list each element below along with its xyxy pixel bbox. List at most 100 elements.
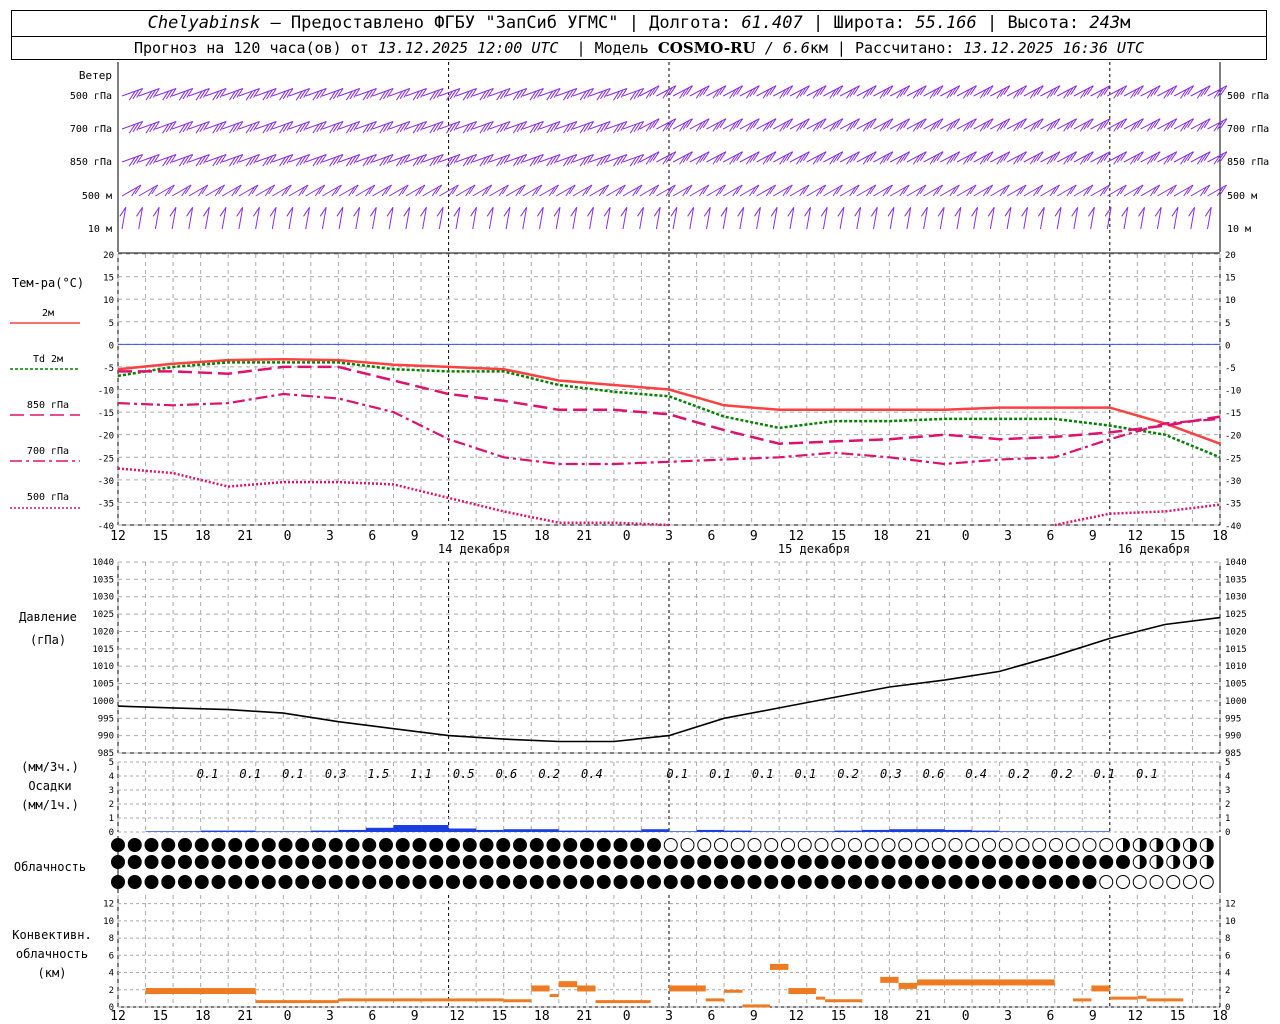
temperature-panel: 20 20 15 15 10 10 5 5 0 0 -5 -5 -10 -10 -15 -15 -20 -20 -2…	[10, 251, 1241, 532]
precip-bar	[779, 831, 807, 832]
press-ytick: 1040	[92, 558, 114, 568]
cloud-cover-icon	[1082, 855, 1097, 869]
conv-ytick: 4	[109, 969, 114, 979]
time-tick-label-bottom: 6	[368, 1009, 376, 1024]
wind-barb	[656, 184, 676, 197]
cloud-cover-icon	[395, 875, 410, 889]
cloud-cover-icon	[831, 875, 846, 889]
cloud-circle	[446, 838, 460, 852]
cloud-circle	[563, 875, 578, 889]
time-tick-label-bottom: 0	[623, 1009, 631, 1024]
wind-barb	[388, 184, 409, 197]
precip-bar	[613, 830, 642, 832]
cloud-cover-icon	[747, 875, 762, 889]
wind-barb	[238, 184, 259, 197]
cloud-circle	[529, 855, 544, 869]
cloud-cover-icon	[295, 855, 310, 869]
cloud-circle	[630, 855, 645, 869]
cloud-circle	[580, 838, 594, 852]
cloud-cover-icon	[496, 855, 511, 869]
time-tick-label-bottom: 18	[195, 1009, 211, 1024]
cloud-circle	[1065, 838, 1080, 852]
cloud-cover-icon	[982, 875, 996, 889]
precip-total-3h: 0.1	[1093, 767, 1115, 781]
cloud-cover-icon	[831, 855, 846, 869]
conv-bar	[916, 979, 1055, 986]
cloud-cover-icon	[429, 875, 444, 889]
conv-bar	[724, 989, 743, 993]
precip-bar	[972, 830, 1000, 832]
precip-total-3h: 0.2	[837, 767, 859, 781]
time-tick-label: 15	[153, 529, 169, 544]
cloud-cover-icon	[596, 855, 611, 869]
legend-label-500: 500 гПа	[27, 492, 69, 503]
wind-barb	[873, 184, 893, 197]
precip-total-3h: 0.4	[965, 767, 987, 781]
cloud-circle	[513, 855, 527, 869]
precip-ytick: 3	[109, 786, 114, 796]
cloud-circle	[680, 838, 695, 852]
precip-bar	[145, 831, 174, 832]
cloud-cover-icon	[898, 838, 913, 852]
cloud-circle	[1149, 875, 1164, 889]
cloud-half	[1173, 838, 1180, 852]
cloud-cover-icon	[781, 855, 795, 869]
cloud-circle	[479, 875, 494, 889]
conv-ytick-right: 8	[1225, 934, 1230, 944]
precip-ytick: 4	[109, 772, 114, 782]
precip-total-3h: 0.1	[795, 767, 817, 781]
time-tick-label: 18	[534, 529, 550, 544]
conv-bar	[577, 985, 596, 992]
cloud-circle	[211, 838, 226, 852]
cloud-half	[1156, 838, 1163, 852]
cloud-cover-icon	[1116, 838, 1130, 852]
precip-bar	[393, 825, 422, 832]
cloud-circle	[127, 855, 142, 869]
cloud-cover-icon	[462, 875, 477, 889]
cloud-circle	[965, 875, 980, 889]
time-tick-label-bottom: 3	[665, 1009, 673, 1024]
cloud-half	[1156, 855, 1163, 869]
cloud-cover-icon	[630, 855, 645, 869]
conv-bar	[669, 985, 706, 992]
wind-barb	[338, 184, 359, 197]
cloud-cover-icon	[546, 855, 561, 869]
precip-total-3h: 0.6	[496, 767, 518, 781]
cloud-cover-icon	[1183, 838, 1197, 852]
cloud-circle	[948, 855, 963, 869]
time-tick-label-bottom: 0	[962, 1009, 970, 1024]
cloud-cover-icon	[647, 875, 661, 889]
wind-panel	[119, 85, 1228, 230]
wind-barb	[555, 184, 576, 197]
cloud-cover-icon	[446, 838, 460, 852]
time-tick-label-bottom: 9	[1089, 1009, 1097, 1024]
cloud-cover-icon	[479, 838, 494, 852]
cloud-cover-icon	[580, 838, 594, 852]
cloud-cover-icon	[898, 875, 913, 889]
wind-barb	[1190, 184, 1211, 197]
cloud-cover-icon	[948, 838, 963, 852]
cloud-circle	[898, 875, 913, 889]
wind-barb	[906, 184, 927, 197]
cloud-circle	[697, 838, 712, 852]
time-tick-label: 3	[326, 529, 334, 544]
cloud-cover-icon	[797, 838, 812, 852]
cloud-circle	[194, 838, 209, 852]
cloud-cover-icon	[714, 838, 728, 852]
cloud-circle	[362, 875, 377, 889]
cloud-circle	[228, 875, 243, 889]
cloud-circle	[730, 855, 745, 869]
conv-bar	[1091, 985, 1110, 992]
cloud-circle	[546, 838, 561, 852]
temp-ytick: 15	[103, 274, 114, 284]
cloud-circle	[178, 838, 192, 852]
conv-bar	[825, 999, 862, 1003]
cloud-cover-icon	[1199, 838, 1214, 852]
temp-ytick: 20	[103, 251, 114, 261]
cloud-cover-icon	[127, 838, 142, 852]
wind-barb	[1123, 184, 1144, 197]
cloud-circle	[546, 875, 561, 889]
temp-ytick-right: 15	[1225, 274, 1236, 284]
cloud-cover-icon	[379, 855, 393, 869]
cloud-cover-icon	[312, 838, 326, 852]
